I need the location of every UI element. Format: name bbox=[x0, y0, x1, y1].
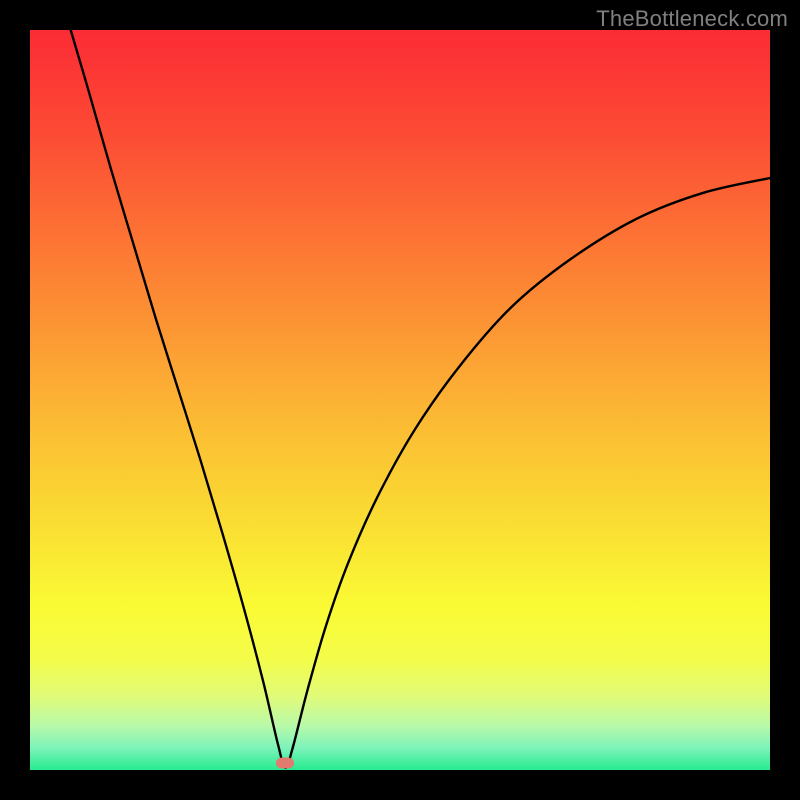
bottleneck-curve bbox=[30, 30, 770, 770]
watermark-text: TheBottleneck.com bbox=[596, 6, 788, 32]
chart-frame: TheBottleneck.com bbox=[0, 0, 800, 800]
plot-area bbox=[30, 30, 770, 770]
optimal-marker bbox=[276, 757, 294, 768]
